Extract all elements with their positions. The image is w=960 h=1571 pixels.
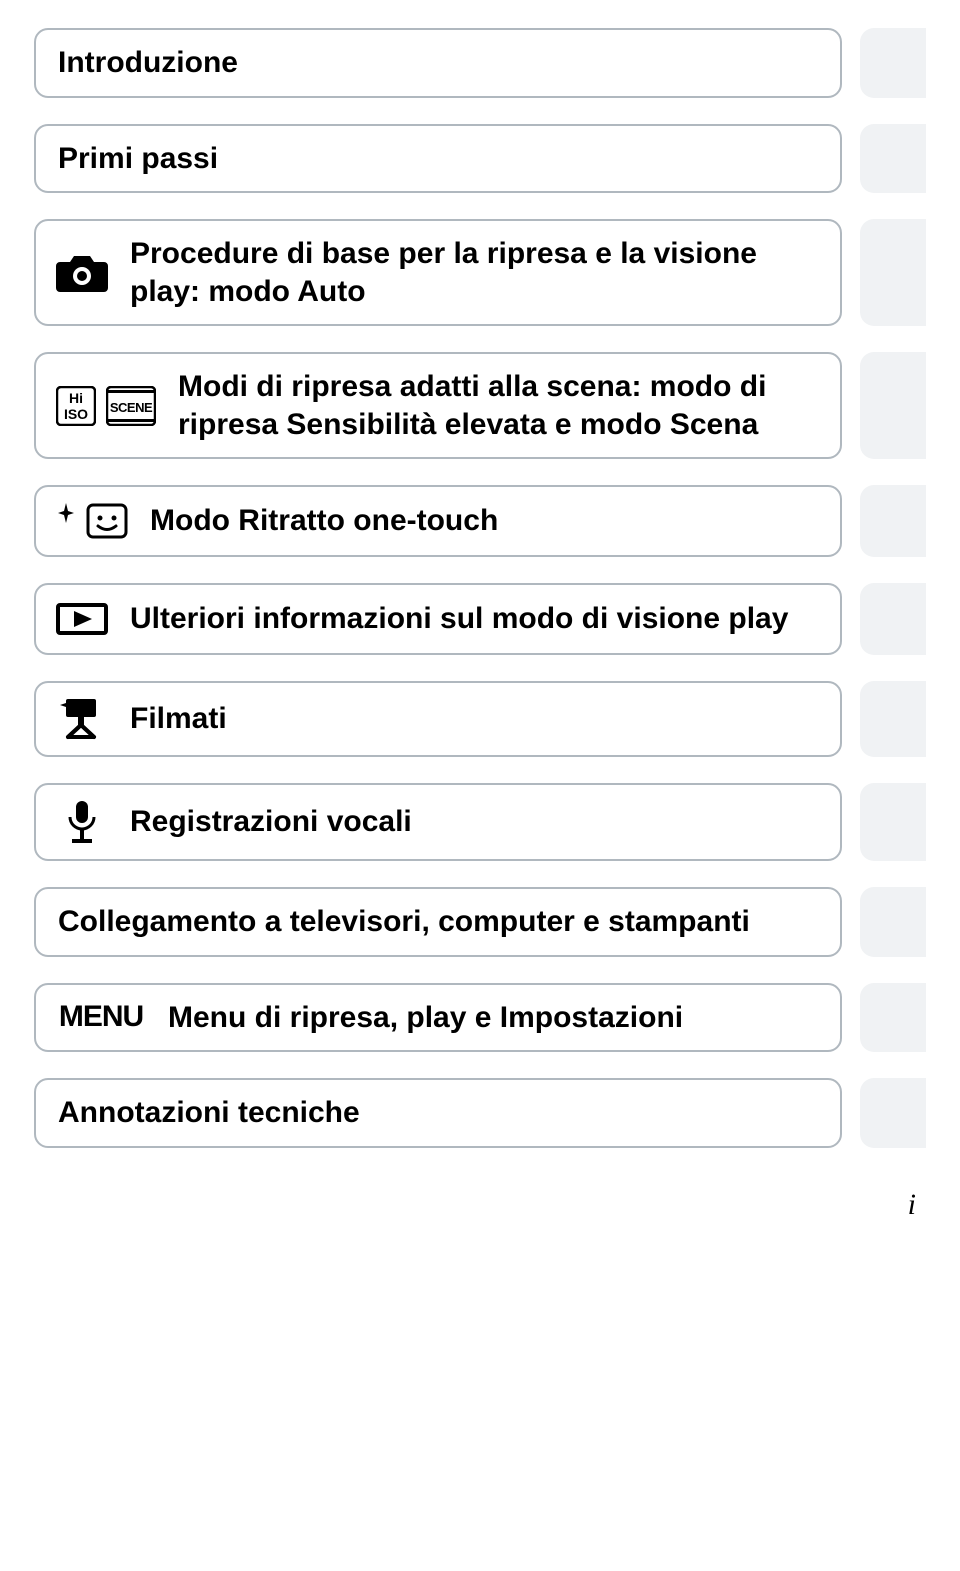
toc-pill: Annotazioni tecniche bbox=[34, 1078, 842, 1148]
toc-label: Primi passi bbox=[58, 140, 218, 178]
toc-label: Menu di ripresa, play e Impostazioni bbox=[168, 999, 683, 1037]
toc-label: Annotazioni tecniche bbox=[58, 1094, 360, 1132]
toc-pill: Modo Ritratto one-touch bbox=[34, 485, 842, 557]
portrait-icons bbox=[56, 501, 128, 541]
movie-camera-icon bbox=[56, 697, 108, 741]
side-tab bbox=[860, 681, 926, 757]
toc-row-collegamento[interactable]: Collegamento a televisori, computer e st… bbox=[34, 887, 926, 957]
side-tab bbox=[860, 485, 926, 557]
side-tab bbox=[860, 352, 926, 459]
toc-pill: Filmati bbox=[34, 681, 842, 757]
menu-text-icon: MENU bbox=[56, 1000, 146, 1034]
toc-label: Registrazioni vocali bbox=[130, 803, 412, 841]
face-icon bbox=[86, 501, 128, 541]
hi-iso-scene-icons: Hi ISO SCENE bbox=[56, 386, 156, 426]
side-tab bbox=[860, 783, 926, 861]
toc-label: Ulteriori informazioni sul modo di visio… bbox=[130, 600, 788, 638]
toc-pill: Primi passi bbox=[34, 124, 842, 194]
toc-row-procedure-base[interactable]: Procedure di base per la ripresa e la vi… bbox=[34, 219, 926, 326]
toc-pill: Registrazioni vocali bbox=[34, 783, 842, 861]
side-tab bbox=[860, 1078, 926, 1148]
toc-pill: Ulteriori informazioni sul modo di visio… bbox=[34, 583, 842, 655]
side-tab bbox=[860, 28, 926, 98]
side-tab bbox=[860, 219, 926, 326]
toc-row-introduzione[interactable]: Introduzione bbox=[34, 28, 926, 98]
side-tab bbox=[860, 124, 926, 194]
side-tab bbox=[860, 983, 926, 1053]
toc-label: Introduzione bbox=[58, 44, 238, 82]
toc-row-ritratto[interactable]: Modo Ritratto one-touch bbox=[34, 485, 926, 557]
toc-row-registrazioni[interactable]: Registrazioni vocali bbox=[34, 783, 926, 861]
svg-text:ISO: ISO bbox=[64, 406, 88, 422]
toc-row-annotazioni[interactable]: Annotazioni tecniche bbox=[34, 1078, 926, 1148]
toc-label: Modo Ritratto one-touch bbox=[150, 502, 498, 540]
side-tab bbox=[860, 887, 926, 957]
toc-row-visione-play[interactable]: Ulteriori informazioni sul modo di visio… bbox=[34, 583, 926, 655]
scene-icon: SCENE bbox=[106, 386, 156, 426]
toc-pill: MENU Menu di ripresa, play e Impostazion… bbox=[34, 983, 842, 1053]
toc-label: Procedure di base per la ripresa e la vi… bbox=[130, 235, 818, 310]
toc-row-primi-passi[interactable]: Primi passi bbox=[34, 124, 926, 194]
playback-icon bbox=[56, 599, 108, 639]
sparkle-icon bbox=[56, 501, 76, 541]
page-number: i bbox=[34, 1188, 926, 1222]
camera-icon bbox=[56, 252, 108, 294]
toc-label: Collegamento a televisori, computer e st… bbox=[58, 903, 750, 941]
svg-text:SCENE: SCENE bbox=[110, 400, 153, 415]
microphone-icon bbox=[56, 799, 108, 845]
toc-pill: Procedure di base per la ripresa e la vi… bbox=[34, 219, 842, 326]
toc-row-modi-ripresa[interactable]: Hi ISO SCENE Modi di ripresa adatti alla… bbox=[34, 352, 926, 459]
hi-iso-icon: Hi ISO bbox=[56, 386, 96, 426]
toc-pill: Introduzione bbox=[34, 28, 842, 98]
side-tab bbox=[860, 583, 926, 655]
toc-pill: Hi ISO SCENE Modi di ripresa adatti alla… bbox=[34, 352, 842, 459]
toc-row-filmati[interactable]: Filmati bbox=[34, 681, 926, 757]
toc-label: Modi di ripresa adatti alla scena: modo … bbox=[178, 368, 818, 443]
svg-text:Hi: Hi bbox=[69, 390, 83, 406]
toc-pill: Collegamento a televisori, computer e st… bbox=[34, 887, 842, 957]
toc-row-menu[interactable]: MENU Menu di ripresa, play e Impostazion… bbox=[34, 983, 926, 1053]
toc-label: Filmati bbox=[130, 700, 227, 738]
